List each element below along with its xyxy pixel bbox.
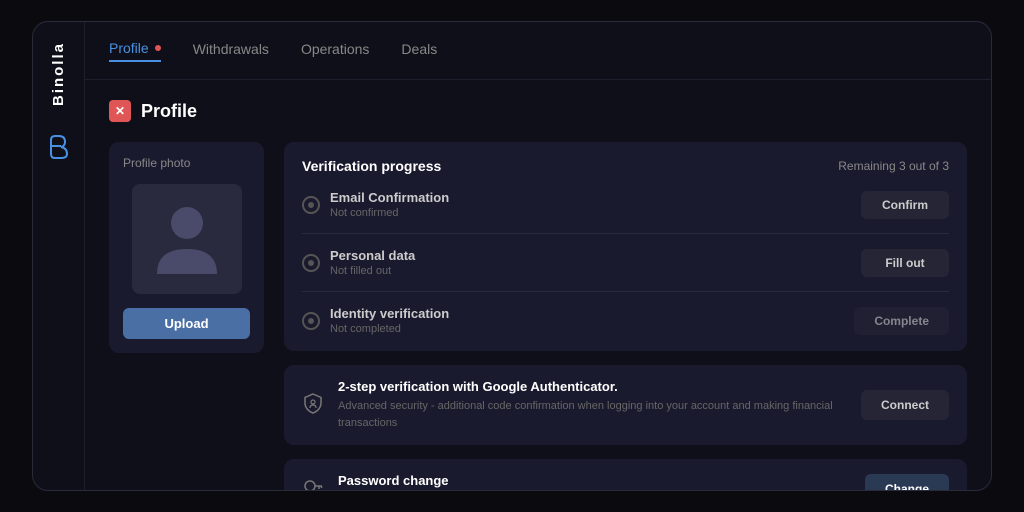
verification-item-email-left: Email Confirmation Not confirmed [302,190,449,219]
nav-label-withdrawals: Withdrawals [193,41,269,57]
verification-item-identity-left: Identity verification Not completed [302,306,449,335]
verification-items: Email Confirmation Not confirmed Confirm [302,190,949,335]
complete-button[interactable]: Complete [854,307,949,335]
two-step-description: Advanced security - additional code conf… [338,398,847,431]
key-icon [302,475,324,490]
step-status-personal: Not filled out [330,265,415,277]
step-dot-email [308,202,314,208]
step-dot-identity [308,318,314,324]
password-title: Password change [338,473,851,488]
photo-card: Profile photo Upload [109,142,264,353]
step-name-identity: Identity verification [330,306,449,321]
two-step-title: 2-step verification with Google Authenti… [338,379,847,394]
step-info-personal: Personal data Not filled out [330,248,415,277]
fill-out-button[interactable]: Fill out [861,249,949,277]
password-card: Password change We recommend changing yo… [284,459,967,490]
nav-label-operations: Operations [301,41,369,57]
right-column: Verification progress Remaining 3 out of… [284,142,967,490]
verification-header: Verification progress Remaining 3 out of… [302,158,949,174]
nav-item-profile[interactable]: Profile [109,40,161,62]
content-grid: Profile photo Upload [109,142,967,490]
main-content: Profile Withdrawals Operations Deals ✕ P… [85,22,991,490]
nav-item-deals[interactable]: Deals [401,41,437,61]
sidebar: Binolla [33,22,85,490]
section-header: ✕ Profile [109,100,967,122]
photo-label: Profile photo [123,156,190,170]
connect-button[interactable]: Connect [861,390,949,420]
step-circle-email [302,196,320,214]
two-step-info: 2-step verification with Google Authenti… [338,379,847,431]
verification-remaining: Remaining 3 out of 3 [838,159,949,173]
section-error-icon: ✕ [109,100,131,122]
sidebar-logo-icon [43,130,75,162]
section-title: Profile [141,101,197,122]
confirm-button[interactable]: Confirm [861,191,949,219]
upload-button[interactable]: Upload [123,308,250,339]
nav-label-profile: Profile [109,40,149,56]
nav-notification-dot [155,45,161,51]
step-status-identity: Not completed [330,323,449,335]
step-name-email: Email Confirmation [330,190,449,205]
verification-card: Verification progress Remaining 3 out of… [284,142,967,351]
top-navigation: Profile Withdrawals Operations Deals [85,22,991,80]
step-info-email: Email Confirmation Not confirmed [330,190,449,219]
password-info: Password change We recommend changing yo… [338,473,851,490]
step-circle-personal [302,254,320,272]
page-content: ✕ Profile Profile photo [85,80,991,490]
avatar [132,184,242,294]
nav-item-operations[interactable]: Operations [301,41,369,61]
step-status-email: Not confirmed [330,207,449,219]
step-dot-personal [308,260,314,266]
nav-label-deals: Deals [401,41,437,57]
divider-1 [302,233,949,234]
shield-icon [302,392,324,419]
verification-title: Verification progress [302,158,441,174]
two-step-card: 2-step verification with Google Authenti… [284,365,967,445]
profile-photo-column: Profile photo Upload [109,142,264,490]
step-name-personal: Personal data [330,248,415,263]
app-title: Binolla [50,42,67,106]
change-password-button[interactable]: Change [865,474,949,491]
verification-item-personal-left: Personal data Not filled out [302,248,415,277]
step-info-identity: Identity verification Not completed [330,306,449,335]
verification-item-identity: Identity verification Not completed Comp… [302,306,949,335]
verification-item-email: Email Confirmation Not confirmed Confirm [302,190,949,219]
nav-item-withdrawals[interactable]: Withdrawals [193,41,269,61]
divider-2 [302,291,949,292]
verification-item-personal: Personal data Not filled out Fill out [302,248,949,277]
step-circle-identity [302,312,320,330]
